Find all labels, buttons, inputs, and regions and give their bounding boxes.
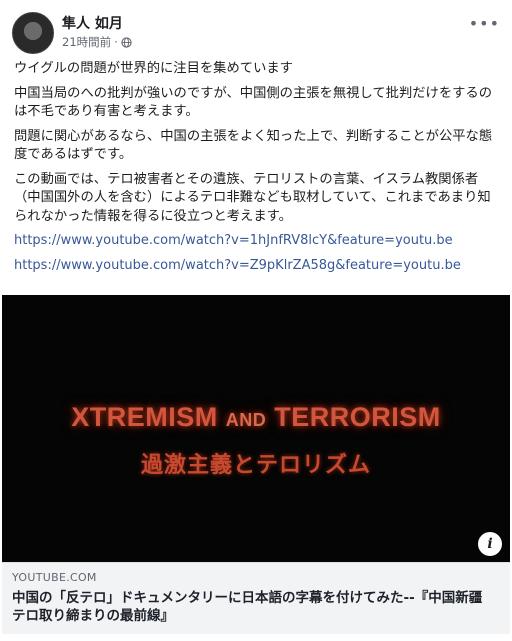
video-thumbnail[interactable]: XTREMISM AND TERRORISM 過激主義とテロリズム i — [2, 295, 510, 562]
avatar[interactable] — [12, 12, 54, 54]
link-domain: YOUTUBE.COM — [12, 571, 97, 584]
video-title-word: TERRORISM — [274, 402, 441, 432]
facebook-post: 隼人 如月 21時間前 · ••• ウイグルの問題が世界的に注目を集めています … — [0, 0, 512, 641]
post-text: ウイグルの問題が世界的に注目を集めています 中国当局のへの批判が強いのですが、中… — [14, 60, 502, 281]
meta-separator: · — [114, 35, 118, 49]
author-name[interactable]: 隼人 如月 — [62, 13, 123, 33]
video-title-japanese: 過激主義とテロリズム — [140, 453, 371, 478]
video-title-word: AND — [225, 410, 267, 430]
post-paragraph: 中国当局のへの批判が強いのですが、中国側の主張を無視して批判だけをするのは不毛で… — [14, 85, 493, 120]
more-options-icon[interactable]: ••• — [469, 14, 500, 33]
post-time[interactable]: 21時間前 — [62, 34, 111, 50]
post-header: 隼人 如月 21時間前 · ••• — [10, 10, 502, 54]
youtube-link-2[interactable]: https://www.youtube.com/watch?v=Z9pKlrZA… — [14, 257, 502, 276]
post-meta: 21時間前 · — [62, 34, 132, 50]
post-paragraph: ウイグルの問題が世界的に注目を集めています — [14, 61, 293, 76]
video-title-word: XTREMISM — [71, 402, 218, 432]
post-paragraph: 問題に関心があるなら、中国の主張をよく知った上で、判断することが公平な態度である… — [14, 128, 493, 163]
globe-icon[interactable] — [121, 36, 132, 48]
info-icon[interactable]: i — [478, 532, 502, 556]
youtube-link-1[interactable]: https://www.youtube.com/watch?v=1hJnfRV8… — [14, 232, 502, 251]
link-title[interactable]: 中国の「反テロ」ドキュメンタリーに日本語の字幕を付けてみた--『中国新疆 テロ取… — [12, 589, 500, 625]
post-paragraph: この動画では、テロ被害者とその遺族、テロリストの言葉、イスラム教関係者（中国国外… — [14, 171, 491, 224]
video-title-english: XTREMISM AND TERRORISM — [2, 402, 510, 433]
link-preview-card[interactable]: YOUTUBE.COM 中国の「反テロ」ドキュメンタリーに日本語の字幕を付けてみ… — [2, 562, 510, 634]
